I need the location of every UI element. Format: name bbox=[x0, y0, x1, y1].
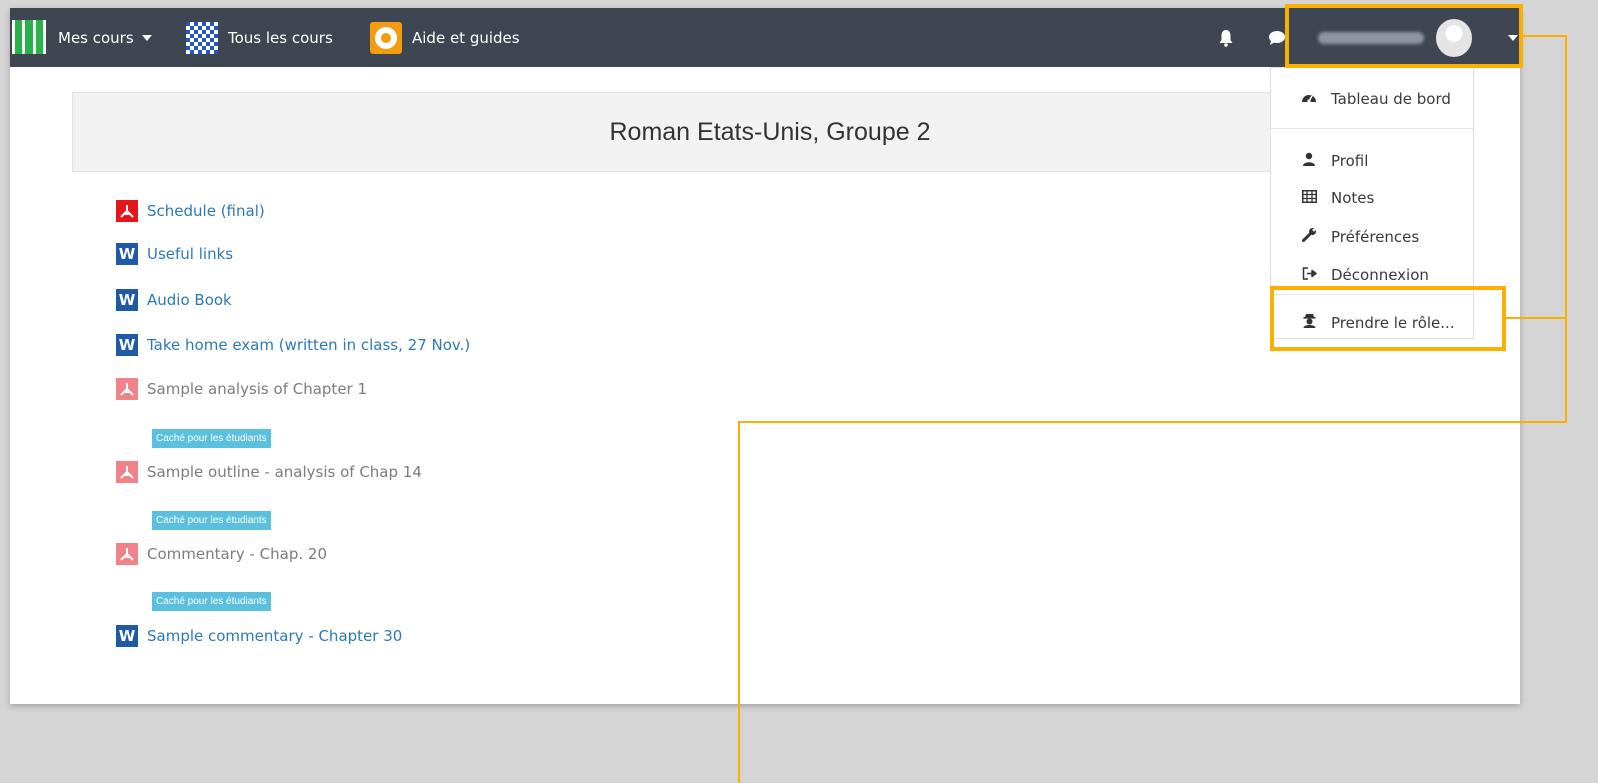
activity-label: Take home exam (written in class, 27 Nov… bbox=[147, 336, 471, 354]
activity-label: Sample commentary - Chapter 30 bbox=[147, 627, 403, 645]
activity-take-home-exam[interactable]: W Take home exam (written in class, 27 N… bbox=[116, 334, 470, 356]
help-guides-label: Aide et guides bbox=[412, 28, 520, 47]
my-courses-label: Mes cours bbox=[58, 28, 134, 47]
menu-divider bbox=[1271, 128, 1473, 129]
word-icon: W bbox=[116, 625, 138, 647]
hidden-badge: Caché pour les étudiants bbox=[152, 592, 271, 611]
menu-item-dashboard[interactable]: Tableau de bord bbox=[1301, 90, 1451, 108]
menu-item-label: Tableau de bord bbox=[1331, 90, 1451, 108]
activity-commentary-ch20[interactable]: Commentary - Chap. 20 bbox=[116, 543, 327, 565]
activity-audio-book[interactable]: W Audio Book bbox=[116, 289, 232, 311]
page-title: Roman Etats-Unis, Groupe 2 bbox=[609, 117, 931, 146]
menu-item-label: Déconnexion bbox=[1331, 266, 1429, 284]
pdf-icon bbox=[116, 543, 138, 565]
browser-page: Mes cours Tous les cours Aide et guides bbox=[10, 8, 1520, 704]
callout-line bbox=[1565, 35, 1567, 423]
my-courses-menu[interactable]: Mes cours bbox=[58, 8, 152, 67]
user-icon bbox=[1301, 152, 1317, 170]
highlight-user-menu bbox=[1285, 4, 1523, 68]
all-courses-link[interactable]: Tous les cours bbox=[186, 8, 333, 67]
menu-item-label: Notes bbox=[1331, 189, 1375, 207]
messages-button[interactable] bbox=[1268, 8, 1286, 67]
hidden-badge: Caché pour les étudiants bbox=[152, 511, 271, 530]
activity-sample-commentary-ch30[interactable]: W Sample commentary - Chapter 30 bbox=[116, 625, 402, 647]
chat-icon bbox=[1269, 30, 1285, 45]
activity-label: Useful links bbox=[147, 245, 234, 263]
activity-label: Schedule (final) bbox=[147, 202, 265, 220]
table-icon bbox=[1301, 189, 1317, 207]
callout-line bbox=[738, 421, 740, 783]
callout-line bbox=[738, 421, 1567, 423]
activity-label: Commentary - Chap. 20 bbox=[147, 545, 327, 563]
menu-item-preferences[interactable]: Préférences bbox=[1301, 227, 1419, 246]
lifebuoy-icon bbox=[370, 21, 402, 54]
menu-item-grades[interactable]: Notes bbox=[1301, 189, 1374, 207]
all-courses-label: Tous les cours bbox=[228, 28, 333, 47]
menu-item-label: Profil bbox=[1331, 152, 1369, 170]
word-icon: W bbox=[116, 334, 138, 356]
site-logo[interactable] bbox=[12, 20, 46, 54]
menu-item-profile[interactable]: Profil bbox=[1301, 152, 1368, 170]
word-icon: W bbox=[116, 243, 138, 265]
activity-sample-outline-ch14[interactable]: Sample outline - analysis of Chap 14 bbox=[116, 461, 422, 483]
caret-down-icon bbox=[141, 34, 152, 41]
all-courses-icon bbox=[186, 21, 218, 54]
dashboard-icon bbox=[1301, 90, 1317, 108]
course-header: Roman Etats-Unis, Groupe 2 bbox=[72, 92, 1468, 172]
word-icon: W bbox=[116, 289, 138, 311]
hidden-badge: Caché pour les étudiants bbox=[152, 429, 271, 448]
activity-label: Sample outline - analysis of Chap 14 bbox=[147, 463, 422, 481]
menu-item-label: Préférences bbox=[1331, 227, 1420, 246]
help-guides-link[interactable]: Aide et guides bbox=[370, 8, 520, 67]
notifications-button[interactable] bbox=[1218, 8, 1234, 67]
callout-line bbox=[1506, 317, 1565, 319]
activity-useful-links[interactable]: W Useful links bbox=[116, 243, 233, 265]
activity-label: Audio Book bbox=[147, 291, 232, 309]
activity-schedule-final[interactable]: Schedule (final) bbox=[116, 200, 265, 222]
callout-line bbox=[1523, 35, 1565, 37]
bell-icon bbox=[1219, 29, 1233, 47]
highlight-switch-role bbox=[1270, 286, 1506, 351]
activity-sample-analysis-ch1[interactable]: Sample analysis of Chapter 1 bbox=[116, 378, 367, 400]
pdf-icon bbox=[116, 461, 138, 483]
pdf-icon bbox=[116, 378, 138, 400]
logout-icon bbox=[1301, 266, 1317, 284]
menu-item-logout[interactable]: Déconnexion bbox=[1301, 266, 1429, 284]
pdf-icon bbox=[116, 200, 138, 222]
activity-label: Sample analysis of Chapter 1 bbox=[147, 380, 368, 398]
wrench-icon bbox=[1301, 227, 1317, 246]
